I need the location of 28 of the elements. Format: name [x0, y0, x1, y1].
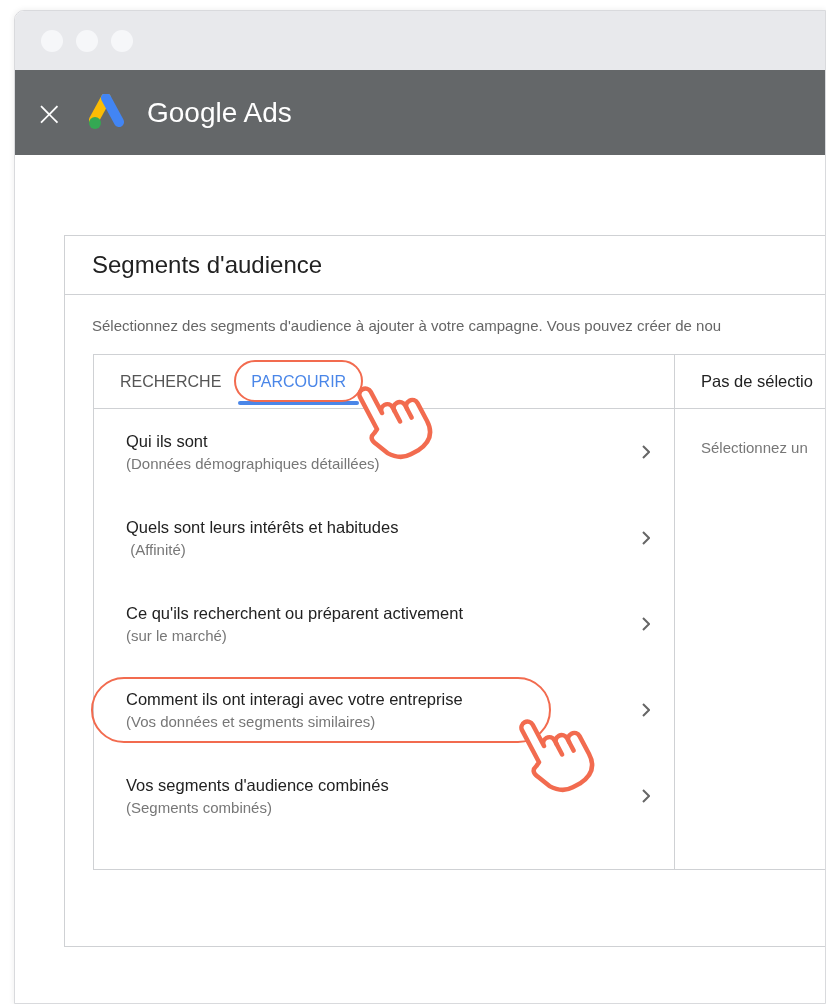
- tab[interactable]: RECHERCHE: [107, 355, 235, 408]
- selection-hint: Sélectionnez un: [701, 439, 808, 456]
- tab[interactable]: PARCOURIR: [238, 355, 360, 408]
- category-item[interactable]: Quels sont leurs intérêts et habitudes (Affinité): [94, 495, 674, 581]
- category-subtitle: (Affinité): [129, 541, 186, 558]
- selection-heading: Pas de sélectio: [701, 372, 813, 391]
- description-text: Sélectionnez des segments d'audience à ajouter à votre campagne. Vous pouvez créer de nou: [92, 317, 723, 334]
- chevron-right-icon: [642, 789, 650, 803]
- category-subtitle: (Données démographiques détaillées): [126, 455, 380, 472]
- category-title: Vos segments d'audience combinés: [126, 776, 389, 795]
- chevron-right-icon: [642, 445, 650, 459]
- category-title: Comment ils ont interagi avec votre entreprise: [126, 690, 463, 709]
- category-item[interactable]: Vos segments d'audience combinés (Segments combinés): [94, 753, 674, 839]
- chevron-right-icon: [642, 703, 650, 717]
- chevron-right-icon: [642, 531, 650, 545]
- category-item[interactable]: Comment ils ont interagi avec votre entreprise (Vos données et segments similaires): [94, 667, 674, 753]
- category-subtitle: (Vos données et segments similaires): [126, 713, 376, 730]
- category-title: Qui ils sont: [126, 432, 208, 451]
- card-title: Segments d'audience: [92, 251, 323, 279]
- app-title: Google Ads: [147, 96, 292, 129]
- close-button[interactable]: ×: [35, 95, 59, 130]
- category-subtitle: (Segments combinés): [126, 799, 272, 816]
- category-title: Ce qu'ils recherchent ou préparent activement: [126, 604, 463, 623]
- category-item[interactable]: Ce qu'ils recherchent ou préparent activement (sur le marché): [94, 581, 674, 667]
- category-title: Quels sont leurs intérêts et habitudes: [126, 518, 399, 537]
- category-subtitle: (sur le marché): [126, 627, 227, 644]
- chevron-right-icon: [642, 617, 650, 631]
- category-item[interactable]: Qui ils sont (Données démographiques détaillées): [94, 409, 674, 495]
